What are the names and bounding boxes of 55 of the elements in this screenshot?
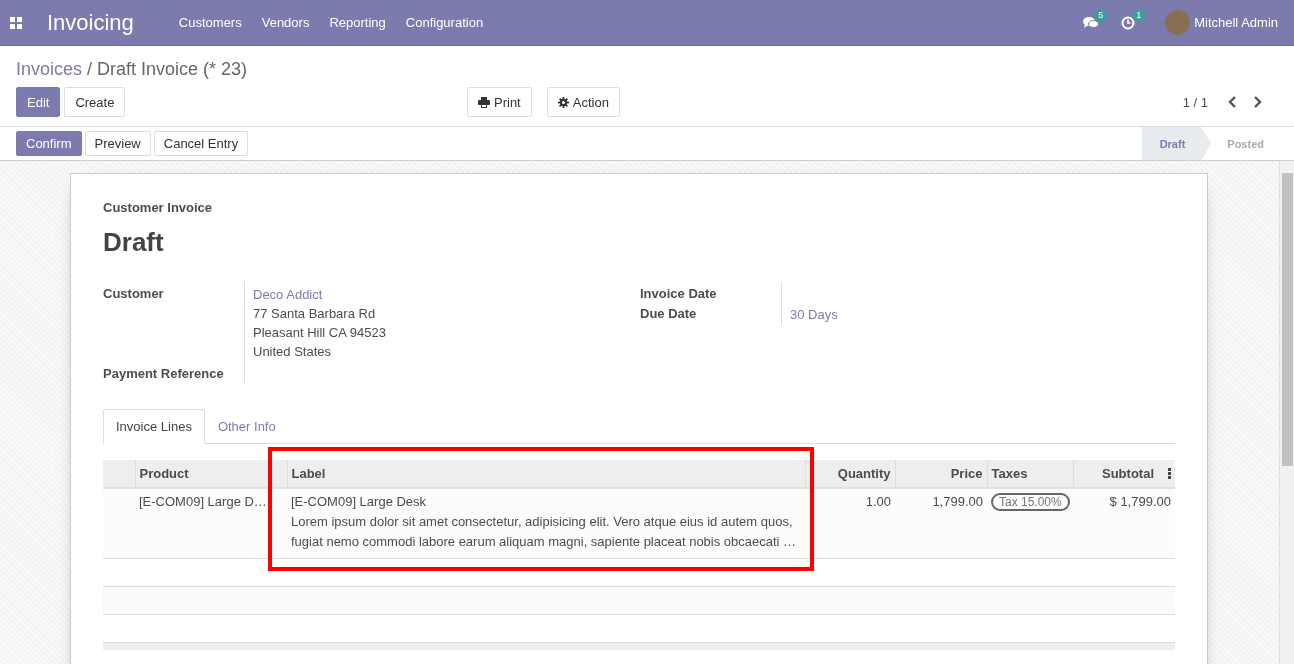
- field-label: Customer: [103, 282, 245, 362]
- print-button[interactable]: Print: [467, 87, 532, 117]
- address-line: Pleasant Hill CA 94523: [253, 324, 387, 342]
- activity-count-badge: 1: [1132, 8, 1146, 22]
- menu-item[interactable]: Reporting: [329, 15, 386, 30]
- column-header[interactable]: Taxes: [987, 460, 1073, 488]
- printer-icon: [478, 96, 490, 108]
- menu-item[interactable]: Customers: [178, 15, 242, 30]
- breadcrumb-link[interactable]: Invoices: [16, 59, 83, 86]
- field-label: Due Date: [640, 302, 782, 325]
- user-name[interactable]: Mitchell Admin: [1194, 15, 1278, 30]
- apps-menu-icon[interactable]: [10, 16, 22, 29]
- invoice-status-title: Draft: [103, 226, 165, 259]
- line-description: Lorem ipsum dolor sit amet consectetur, adipisicing elit. Vero atque eius id autem quos, fugiat nemo commodi labore earum aliquam magni, sapiente placeat nobis obcaecati …: [291, 513, 798, 551]
- toolbar-button[interactable]: Create: [64, 87, 126, 117]
- field-link[interactable]: 30 Days: [790, 305, 838, 324]
- gear-icon: [557, 96, 569, 108]
- address-line: 77 Santa Barbara Rd: [253, 305, 377, 323]
- toolbar-button[interactable]: Edit: [16, 87, 61, 117]
- field-label: Payment Reference: [103, 362, 245, 382]
- tax-tag: Tax 15.00%: [991, 493, 1070, 511]
- scrollbar[interactable]: [1279, 161, 1294, 664]
- column-header[interactable]: Label: [287, 460, 805, 488]
- chevron-left-icon[interactable]: [1228, 96, 1237, 108]
- address-line: United States: [253, 343, 333, 361]
- column-header[interactable]: Price: [895, 460, 987, 488]
- action-button[interactable]: Action: [546, 87, 620, 117]
- status-action-button[interactable]: Preview: [84, 131, 151, 156]
- scrollbar-thumb[interactable]: [1282, 173, 1293, 466]
- app-title[interactable]: Invoicing: [47, 9, 134, 36]
- field-link[interactable]: Deco Addict: [253, 285, 640, 304]
- status-action-button[interactable]: Cancel Entry: [153, 131, 249, 156]
- table-cell: $ 1,799.00: [1073, 488, 1175, 559]
- breadcrumb-separator: /: [87, 59, 93, 81]
- status-stage[interactable]: Draft: [1141, 127, 1212, 160]
- tab[interactable]: Invoice Lines: [103, 409, 205, 444]
- pager-counter: 1 / 1: [1182, 95, 1208, 110]
- field-label: Invoice Date: [640, 282, 782, 302]
- menu-item[interactable]: Configuration: [405, 15, 484, 30]
- table-cell: 1,799.00: [895, 488, 987, 559]
- clock-icon[interactable]: [1121, 15, 1136, 30]
- status-stage[interactable]: Posted: [1211, 127, 1280, 160]
- menu-item[interactable]: Vendors: [261, 15, 310, 30]
- chat-icon[interactable]: [1083, 15, 1100, 30]
- table-cell: [E-COM09] Large D…: [135, 488, 287, 559]
- column-header[interactable]: Quantity: [805, 460, 895, 488]
- chevron-right-icon[interactable]: [1253, 96, 1262, 108]
- breadcrumb-current: Draft Invoice (* 23): [97, 59, 248, 81]
- column-header[interactable]: Product: [135, 460, 287, 488]
- kebab-menu-icon[interactable]: [1168, 468, 1171, 479]
- message-count-badge: 5: [1094, 8, 1108, 22]
- document-type: Customer Invoice: [103, 200, 214, 215]
- line-label: [E-COM09] Large Desk: [291, 493, 428, 511]
- tab[interactable]: Other Info: [204, 409, 289, 444]
- status-action-button[interactable]: Confirm: [16, 131, 82, 156]
